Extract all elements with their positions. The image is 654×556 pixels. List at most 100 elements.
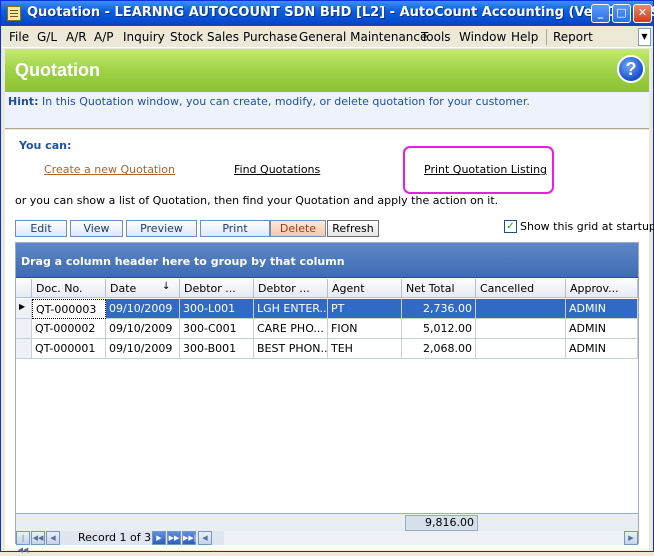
preview-button[interactable]: Preview	[126, 220, 197, 237]
column-header-agent[interactable]: Agent	[328, 279, 402, 298]
group-by-hint: Drag a column header here to group by th…	[21, 255, 345, 268]
cell-cancelled[interactable]	[476, 319, 566, 339]
maximize-button[interactable]: □	[612, 4, 631, 23]
cell-approved[interactable]: ADMIN	[566, 319, 638, 339]
cell-net-total[interactable]: 2,736.00	[402, 299, 476, 319]
row-indicator	[16, 319, 32, 339]
menu-gl[interactable]: G/L	[37, 30, 57, 44]
minimize-button[interactable]: _	[591, 4, 610, 23]
column-header-date[interactable]: Date ↓	[106, 279, 180, 298]
scroll-left-icon[interactable]: ◀	[198, 531, 212, 545]
menu-file[interactable]: File	[9, 30, 29, 44]
prev-page-icon[interactable]: ◀◀	[31, 531, 45, 545]
hint-text: In this Quotation window, you can create…	[38, 95, 530, 108]
cell-doc-no[interactable]: QT-000001	[32, 339, 106, 359]
menu-inquiry[interactable]: Inquiry	[123, 30, 165, 44]
menu-stock[interactable]: Stock	[170, 30, 203, 44]
app-icon	[7, 6, 21, 21]
menu-tools[interactable]: Tools	[421, 30, 451, 44]
edit-button[interactable]: Edit	[15, 220, 67, 237]
column-header-debtor-code[interactable]: Debtor ...	[180, 279, 254, 298]
hint-panel: Hint: In this Quotation window, you can …	[5, 92, 649, 129]
group-by-panel[interactable]: Drag a column header here to group by th…	[16, 243, 638, 278]
record-counter: Record 1 of 3	[78, 531, 152, 544]
show-grid-checkbox[interactable]: ✓	[504, 220, 517, 233]
page-title: Quotation	[15, 60, 100, 80]
last-page-icon[interactable]: ▶▶|	[182, 531, 196, 545]
find-quotations-link[interactable]: Find Quotations	[234, 163, 320, 176]
menu-window[interactable]: Window	[459, 30, 506, 44]
table-row[interactable]: QT-000002 09/10/2009 300-C001 CARE PHO..…	[16, 319, 638, 339]
cell-date[interactable]: 09/10/2009	[106, 339, 180, 359]
menu-overflow-icon[interactable]: ▼	[638, 28, 651, 46]
column-header-debtor-name[interactable]: Debtor ...	[254, 279, 328, 298]
cell-cancelled[interactable]	[476, 339, 566, 359]
menu-ar[interactable]: A/R	[66, 30, 87, 44]
row-indicator-header	[16, 279, 32, 298]
cell-approved[interactable]: ADMIN	[566, 299, 638, 319]
main-content: You can: Create a new Quotation Find Quo…	[5, 130, 654, 554]
cell-approved[interactable]: ADMIN	[566, 339, 638, 359]
first-page-icon[interactable]: |◀◀	[16, 531, 30, 554]
menu-report[interactable]: Report	[553, 30, 593, 44]
view-button[interactable]: View	[70, 220, 123, 237]
next-page-icon[interactable]: ▶▶	[167, 531, 181, 545]
row-indicator-icon: ▶	[16, 299, 32, 319]
quotation-window: Quotation - LEARNNG AUTOCOUNT SDN BHD [L…	[0, 0, 654, 554]
cell-cancelled[interactable]	[476, 299, 566, 319]
column-header-date-label: Date	[110, 282, 137, 295]
column-header-cancelled[interactable]: Cancelled	[476, 279, 566, 298]
cell-agent[interactable]: TEH	[328, 339, 402, 359]
window-title: Quotation - LEARNNG AUTOCOUNT SDN BHD [L…	[27, 5, 654, 20]
create-quotation-link[interactable]: Create a new Quotation	[44, 163, 175, 176]
cell-date[interactable]: 09/10/2009	[106, 299, 180, 319]
menu-ap[interactable]: A/P	[94, 30, 114, 44]
column-header-doc-no[interactable]: Doc. No.	[32, 279, 106, 298]
cell-agent[interactable]: PT	[328, 299, 402, 319]
cell-net-total[interactable]: 5,012.00	[402, 319, 476, 339]
grid-summary-footer: 9,816.00	[16, 513, 638, 531]
cell-debtor-code[interactable]: 300-B001	[180, 339, 254, 359]
net-total-summary: 9,816.00	[405, 515, 478, 531]
table-row[interactable]: QT-000001 09/10/2009 300-B001 BEST PHON.…	[16, 339, 638, 359]
cell-date[interactable]: 09/10/2009	[106, 319, 180, 339]
sort-desc-icon: ↓	[162, 281, 171, 292]
prev-record-icon[interactable]: ◀	[46, 531, 60, 545]
menu-separator	[546, 29, 547, 45]
menu-general-maintenance[interactable]: General Maintenance	[299, 30, 427, 44]
close-button[interactable]: ✕	[633, 4, 652, 23]
row-indicator	[16, 339, 32, 359]
menu-sales[interactable]: Sales	[207, 30, 239, 44]
horizontal-scrollbar[interactable]	[224, 531, 638, 545]
cell-doc-no[interactable]: QT-000003	[32, 299, 106, 319]
column-header-approved[interactable]: Approv...	[566, 279, 638, 298]
delete-button[interactable]: Delete	[270, 220, 326, 237]
quotation-grid: Drag a column header here to group by th…	[15, 242, 639, 554]
cell-debtor-name[interactable]: LGH ENTER...	[254, 299, 328, 319]
print-button[interactable]: Print	[200, 220, 270, 237]
help-icon[interactable]: ?	[617, 55, 645, 83]
you-can-label: You can:	[19, 139, 72, 152]
cell-debtor-code[interactable]: 300-C001	[180, 319, 254, 339]
column-header-net-total[interactable]: Net Total	[402, 279, 476, 298]
list-instruction-text: or you can show a list of Quotation, the…	[15, 194, 499, 207]
cell-debtor-code[interactable]: 300-L001	[180, 299, 254, 319]
next-record-icon[interactable]: ▶	[152, 531, 166, 545]
cell-debtor-name[interactable]: CARE PHO...	[254, 319, 328, 339]
menu-purchase[interactable]: Purchase	[243, 30, 298, 44]
menu-help[interactable]: Help	[511, 30, 538, 44]
table-row[interactable]: ▶ QT-000003 09/10/2009 300-L001 LGH ENTE…	[16, 299, 638, 319]
title-bar[interactable]: Quotation - LEARNNG AUTOCOUNT SDN BHD [L…	[1, 1, 654, 26]
cell-net-total[interactable]: 2,068.00	[402, 339, 476, 359]
menu-bar: File G/L A/R A/P Inquiry Stock Sales Pur…	[1, 26, 653, 48]
cell-debtor-name[interactable]: BEST PHON...	[254, 339, 328, 359]
hint-label: Hint:	[8, 95, 39, 108]
show-grid-label: Show this grid at startup	[520, 220, 654, 233]
page-header: Quotation ?	[5, 49, 649, 92]
record-navigator: |◀◀ ◀◀ ◀ Record 1 of 3 ▶ ▶▶ ▶▶| ◀ ▶	[16, 531, 638, 554]
cell-doc-no[interactable]: QT-000002	[32, 319, 106, 339]
cell-agent[interactable]: FION	[328, 319, 402, 339]
refresh-button[interactable]: Refresh	[327, 220, 379, 237]
scroll-right-icon[interactable]: ▶	[624, 531, 638, 545]
print-quotation-listing-link[interactable]: Print Quotation Listing	[424, 163, 547, 176]
